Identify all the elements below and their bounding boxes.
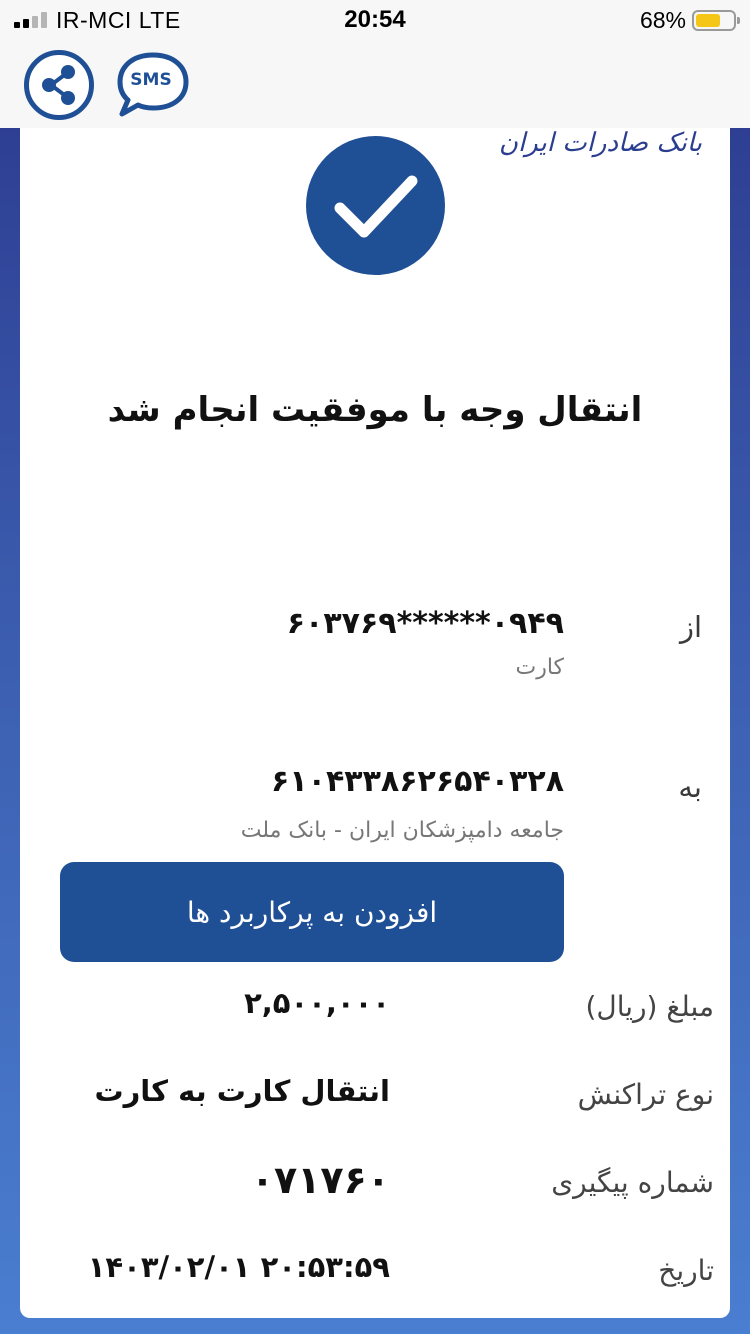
from-label: از xyxy=(679,610,702,644)
amount-value: ۲,۵۰۰,۰۰۰ xyxy=(244,986,390,1020)
date-value: ۱۴۰۳/۰۲/۰۱ ۲۰:۵۳:۵۹ xyxy=(87,1250,390,1284)
share-button[interactable] xyxy=(24,50,94,120)
status-bar: IR-MCI LTE 20:54 68% xyxy=(0,0,750,40)
from-card-number: ۶۰۳۷۶۹******۰۹۴۹ xyxy=(286,606,564,641)
sms-label: SMS xyxy=(130,70,172,90)
sms-button[interactable]: SMS xyxy=(114,50,192,120)
battery-icon xyxy=(692,10,740,31)
to-account-owner: جامعه دامپزشکان ایران - بانک ملت xyxy=(240,818,564,843)
battery-percent: 68% xyxy=(639,7,686,33)
action-bar: SMS xyxy=(0,40,750,128)
receipt-card xyxy=(20,128,730,1318)
transaction-type-value: انتقال کارت به کارت xyxy=(94,1074,390,1108)
amount-label: مبلغ (ریال) xyxy=(585,990,714,1023)
add-to-favorites-button[interactable]: افزودن به پرکاربرد ها xyxy=(60,862,564,962)
success-check-icon xyxy=(306,136,445,275)
status-time: 20:54 xyxy=(344,6,406,33)
from-card-type: کارت xyxy=(515,655,564,680)
tracking-number-value: ۰۷۱۷۶۰ xyxy=(250,1158,390,1202)
battery-level xyxy=(696,14,720,27)
to-label: به xyxy=(678,770,702,804)
share-icon xyxy=(42,65,75,105)
bank-logo: بانک صادرات ایران xyxy=(498,128,702,158)
transaction-type-label: نوع تراکنش xyxy=(577,1078,714,1111)
to-card-number: ۶۱۰۴۳۳۸۶۲۶۵۴۰۳۲۸ xyxy=(271,764,564,799)
tracking-number-label: شماره پیگیری xyxy=(551,1166,714,1199)
success-title: انتقال وجه با موفقیت انجام شد xyxy=(107,390,643,430)
date-label: تاریخ xyxy=(658,1254,714,1287)
